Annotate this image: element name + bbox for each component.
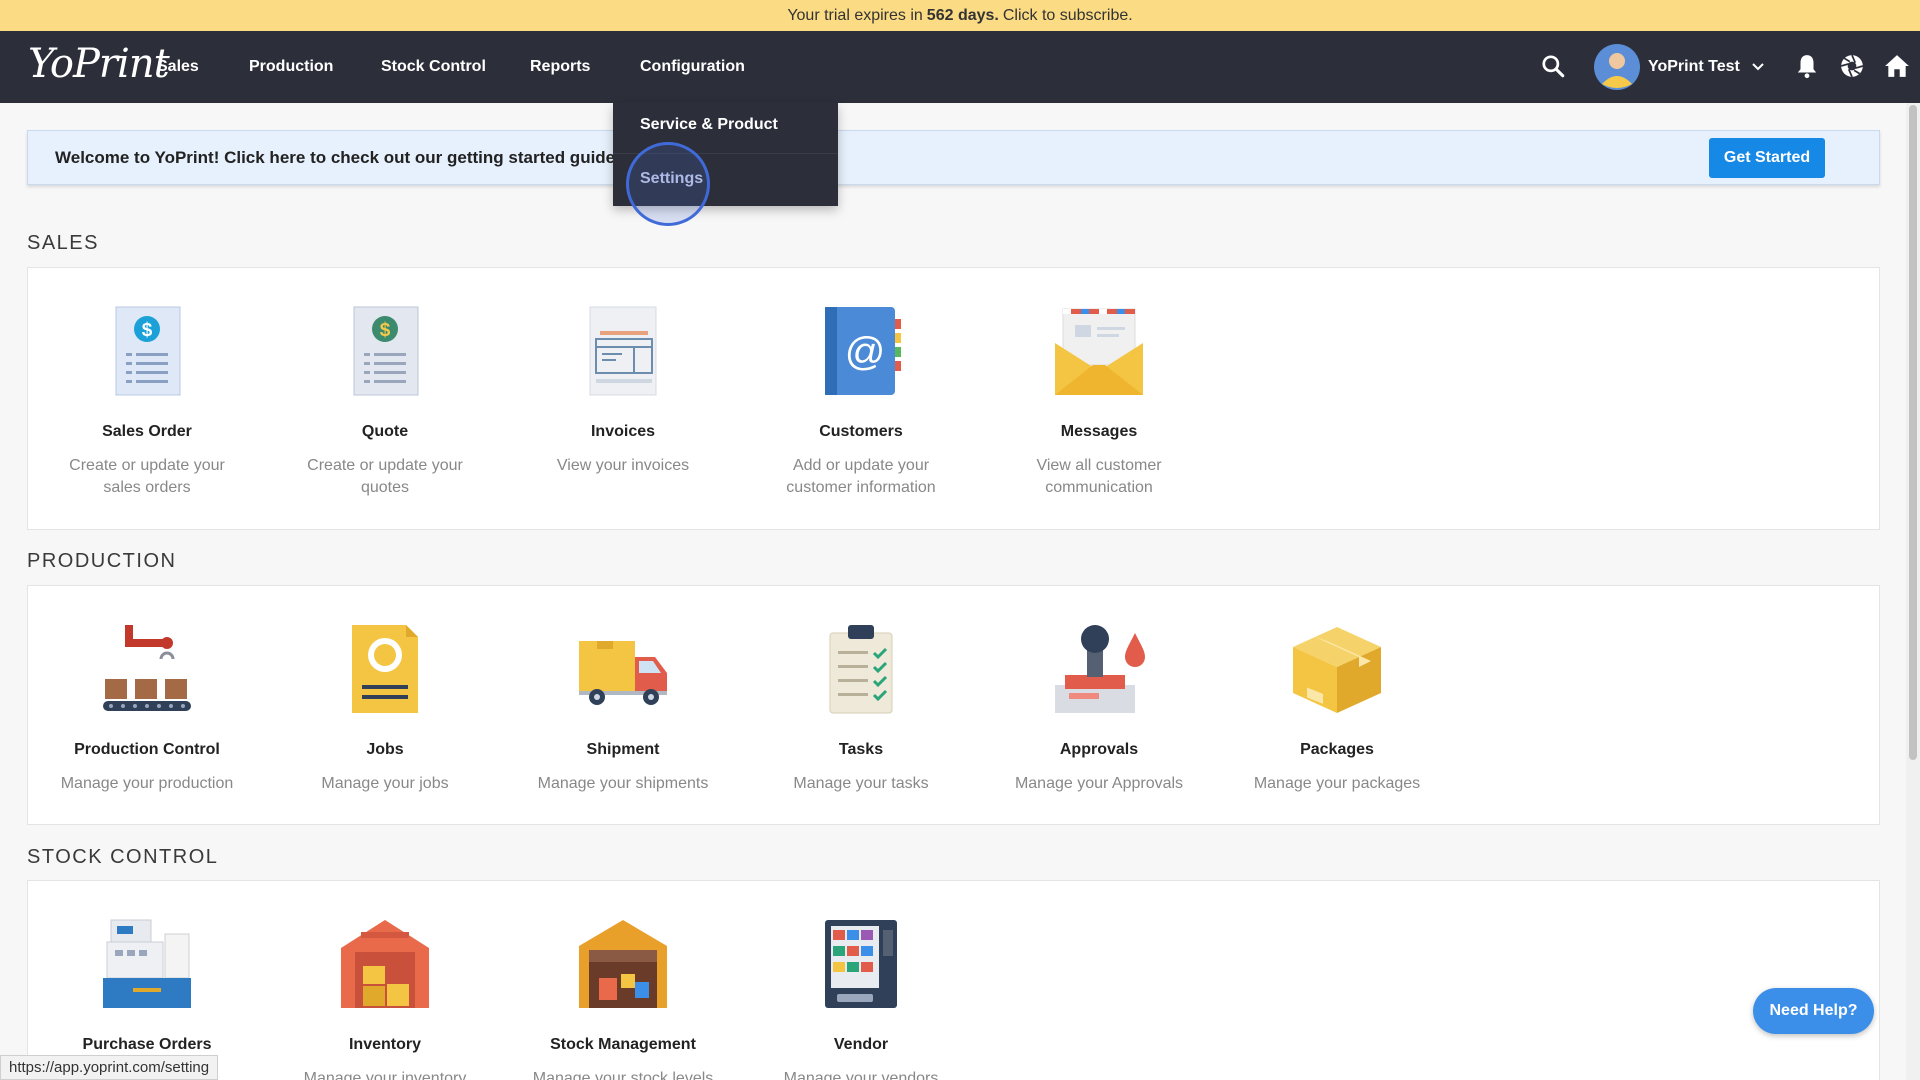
- yoprint-logo[interactable]: YoPrint: [28, 41, 170, 87]
- tile-label: Approvals: [1059, 741, 1139, 758]
- sales-order-icon: $: [115, 306, 181, 396]
- tile-packages[interactable]: Packages Manage your packages: [1218, 621, 1456, 795]
- trial-days: 562 days.: [926, 6, 999, 24]
- customers-icon: @: [825, 307, 901, 395]
- home-icon[interactable]: [1884, 53, 1910, 79]
- tile-label: Packages: [1300, 741, 1374, 758]
- shipment-icon: [579, 641, 667, 705]
- tile-quote[interactable]: $ Quote Create or update your quotes: [266, 303, 504, 499]
- tile-description: Add or update your customer information: [786, 457, 936, 496]
- tile-description: Manage your packages: [1253, 775, 1421, 792]
- tile-tasks[interactable]: Tasks Manage your tasks: [742, 621, 980, 795]
- tile-description: Create or update your sales orders: [69, 457, 225, 496]
- search-icon[interactable]: [1540, 53, 1566, 79]
- tile-sales-order[interactable]: $ Sales Order Create or update your sales…: [28, 303, 266, 499]
- nav-configuration[interactable]: Configuration: [640, 31, 745, 103]
- nav-reports[interactable]: Reports: [530, 31, 590, 103]
- status-bar-url: https://app.yoprint.com/setting: [0, 1055, 219, 1080]
- need-help-button[interactable]: Need Help?: [1753, 988, 1874, 1034]
- stock-control-card: Purchase Orders Inventory Manage your in…: [27, 880, 1880, 1080]
- tile-label: Sales Order: [102, 423, 192, 440]
- tile-description: Manage your shipments: [537, 775, 709, 792]
- tile-label: Production Control: [74, 741, 220, 758]
- nav-sales[interactable]: Sales: [157, 31, 199, 103]
- production-control-icon: [103, 625, 191, 711]
- tile-label: Jobs: [366, 741, 404, 758]
- quote-icon: $: [353, 306, 419, 396]
- nav-stock-control[interactable]: Stock Control: [381, 31, 486, 103]
- user-name: YoPrint Test: [1648, 58, 1740, 75]
- tile-approvals[interactable]: Approvals Manage your Approvals: [980, 621, 1218, 795]
- tile-purchase-orders[interactable]: Purchase Orders: [28, 916, 266, 1054]
- inventory-icon: [341, 920, 429, 1008]
- page-scrollbar[interactable]: [1906, 103, 1920, 1080]
- tile-label: Vendor: [833, 1036, 889, 1053]
- tasks-icon: [829, 625, 893, 714]
- tile-stock-management[interactable]: Stock Management Manage your stock level…: [504, 916, 742, 1080]
- welcome-banner: Welcome to YoPrint! Click here to check …: [27, 130, 1880, 185]
- user-menu[interactable]: YoPrint Test: [1594, 44, 1774, 90]
- trial-banner[interactable]: Your trial expires in 562 days. Click to…: [0, 0, 1920, 31]
- scrollbar-thumb[interactable]: [1909, 105, 1917, 760]
- tile-label: Tasks: [838, 741, 884, 758]
- tile-invoices[interactable]: Invoices View your invoices: [504, 303, 742, 477]
- svg-text:$: $: [142, 320, 153, 341]
- section-title-sales: SALES: [27, 232, 99, 254]
- vendor-icon: [825, 920, 897, 1008]
- section-title-stock-control: STOCK CONTROL: [27, 846, 219, 868]
- invoice-icon: [589, 306, 657, 396]
- tile-vendor[interactable]: Vendor Manage your vendors: [742, 916, 980, 1080]
- messages-icon: [1055, 308, 1143, 395]
- jobs-icon: [352, 625, 418, 713]
- production-card: Production Control Manage your productio…: [27, 585, 1880, 825]
- aperture-icon[interactable]: [1839, 53, 1865, 79]
- tile-label: Shipment: [586, 741, 660, 758]
- tile-jobs[interactable]: Jobs Manage your jobs: [266, 621, 504, 795]
- tile-label: Customers: [819, 423, 903, 440]
- tile-shipment[interactable]: Shipment Manage your shipments: [504, 621, 742, 795]
- svg-text:@: @: [845, 330, 886, 374]
- tile-production-control[interactable]: Production Control Manage your productio…: [28, 621, 266, 795]
- packages-icon: [1293, 627, 1381, 713]
- chevron-down-icon: [1752, 63, 1764, 71]
- tile-description: View all customer communication: [1036, 457, 1162, 496]
- tile-label: Messages: [1060, 423, 1138, 440]
- tile-description: Manage your vendors: [783, 1070, 939, 1080]
- tile-label: Stock Management: [550, 1036, 696, 1053]
- tile-description: Manage your production: [60, 775, 234, 792]
- tile-description: Manage your stock levels: [532, 1070, 714, 1080]
- nav-production[interactable]: Production: [249, 31, 333, 103]
- tile-description: Create or update your quotes: [307, 457, 463, 496]
- tile-label: Purchase Orders: [82, 1036, 212, 1053]
- tile-description: Manage your tasks: [793, 775, 929, 792]
- avatar: [1594, 44, 1640, 90]
- click-highlight-ring: [626, 142, 710, 226]
- trial-prefix: Your trial expires in: [787, 6, 923, 24]
- tile-description: View your invoices: [556, 457, 690, 474]
- tile-customers[interactable]: @ Customers Add or update your customer i…: [742, 303, 980, 499]
- approvals-icon: [1055, 625, 1145, 713]
- tile-label: Quote: [361, 423, 409, 440]
- purchase-orders-icon: [103, 919, 191, 1008]
- tile-messages[interactable]: Messages View all customer communication: [980, 303, 1218, 499]
- svg-text:$: $: [380, 320, 391, 341]
- sales-card: $ Sales Order Create or update your sales…: [27, 267, 1880, 530]
- section-title-production: PRODUCTION: [27, 550, 177, 572]
- tile-description: Manage your inventory: [303, 1070, 467, 1080]
- get-started-button[interactable]: Get Started: [1709, 138, 1825, 178]
- top-navbar: YoPrint Sales Production Stock Control R…: [0, 31, 1920, 103]
- tile-label: Invoices: [590, 423, 656, 440]
- tile-label: Inventory: [348, 1036, 421, 1053]
- tile-inventory[interactable]: Inventory Manage your inventory: [266, 916, 504, 1080]
- stock-management-icon: [579, 920, 667, 1008]
- tile-description: Manage your Approvals: [1014, 775, 1184, 792]
- bell-icon[interactable]: [1794, 53, 1820, 79]
- menu-item-service-product[interactable]: Service & Product: [640, 116, 778, 134]
- getting-started-link[interactable]: Welcome to YoPrint! Click here to check …: [55, 148, 615, 168]
- trial-subscribe-link[interactable]: Click to subscribe.: [1003, 7, 1133, 25]
- tile-description: Manage your jobs: [321, 775, 449, 792]
